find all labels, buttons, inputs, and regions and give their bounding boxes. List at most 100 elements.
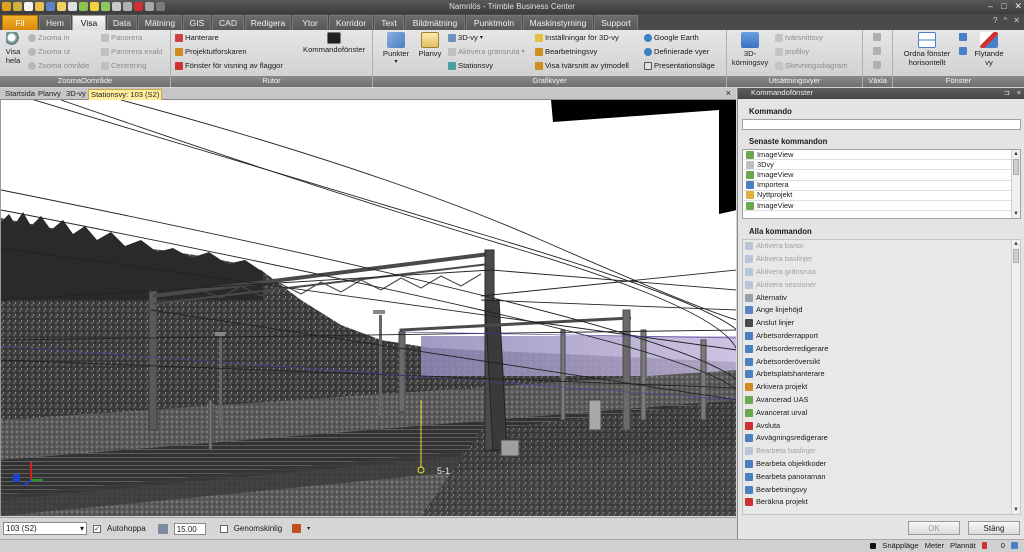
close-icon[interactable]: ✕ [1014,1,1022,12]
all-commands-list[interactable]: Aktivera banor Aktivera baslinjer Aktivera… [742,239,1021,515]
google-earth-button[interactable]: Google Earth [644,33,699,42]
tab-edit[interactable]: Redigera [245,15,291,30]
command-list-item[interactable]: Arkivera projekt [743,381,1020,394]
list-item[interactable]: ImageView [743,150,1020,161]
doc-tab-start[interactable]: Startsida [3,89,37,100]
all-commands-scrollbar[interactable]: ▲ ▼ [1011,240,1020,514]
command-window-button[interactable]: Kommandofönster [303,32,365,54]
help-icon[interactable]: ? [993,16,997,25]
recent-scrollbar[interactable]: ▲ ▼ [1011,150,1020,218]
command-list-item[interactable]: Aktivera sessioner [743,278,1020,291]
tab-support[interactable]: Support [594,15,638,30]
pin-icon[interactable]: ⊐ [1004,88,1010,98]
tab-corridor[interactable]: Korridor [329,15,373,30]
defined-views-button[interactable]: Definierade vyer [644,47,709,56]
doc-tab-3dview[interactable]: 3D-vy [64,89,88,100]
scroll-down-icon[interactable]: ▼ [1012,210,1020,218]
list-item[interactable]: 3Dvy [743,160,1020,171]
cascade-button[interactable] [959,33,967,41]
close-icon[interactable]: × [726,88,731,98]
command-list-item[interactable]: Bearbeta objektkoder [743,458,1020,471]
switch-button-3[interactable] [873,61,881,69]
tab-file[interactable]: Fil [2,15,38,30]
arrange-horizontal-button[interactable]: Ordna fönster horisontellt [896,32,958,67]
flag-icon[interactable] [981,542,987,549]
tab-photogrammetry[interactable]: Bildmätning [405,15,465,30]
command-list-item[interactable]: Bearbeta baslinjer [743,445,1020,458]
command-list-item[interactable]: Ange linjehöjd [743,304,1020,317]
cross-section-button[interactable]: Visa tvärsnitt av ytmodell [535,61,629,70]
editview-button[interactable]: Bearbetningsvy [535,47,597,56]
tab-survey[interactable]: Mätning [138,15,182,30]
cross-section-view-button[interactable]: tvärsnittsvy [775,33,823,42]
station-view-viewport[interactable]: 5-1 [0,100,736,516]
driving-view-button[interactable]: 3D- körningsvy [730,32,770,67]
scroll-up-icon[interactable]: ▲ [1012,240,1020,248]
station-select[interactable]: 103 (S2) ▾ [3,522,87,535]
tab-gis[interactable]: GIS [183,15,211,30]
flag-window-button[interactable]: Fönster för visning av flaggor [175,61,283,70]
stationview-button[interactable]: Stationsvy [448,61,493,70]
tab-cad[interactable]: CAD [212,15,244,30]
list-item[interactable]: Importera [743,180,1020,191]
list-item[interactable]: ImageView [743,170,1020,181]
list-item[interactable]: ImageView [743,201,1020,212]
tab-point-cloud[interactable]: Punktmoln [466,15,522,30]
points-button[interactable]: Punkter ▾ [379,32,413,67]
distance-field[interactable]: 15.00 [173,522,206,535]
close-icon[interactable]: × [1017,88,1021,98]
command-list-item[interactable]: Bearbetningsvy [743,483,1020,496]
command-list-item[interactable]: Avvägningsredigerare [743,432,1020,445]
close-button[interactable]: Stäng [968,521,1020,535]
color-fill-icon[interactable] [292,524,302,533]
minimize-ribbon-icon[interactable]: ^ [1004,16,1008,25]
ok-button[interactable]: OK [908,521,960,535]
command-list-item[interactable]: Arbetsplatshanterare [743,368,1020,381]
switch-button-1[interactable] [873,33,881,41]
tab-text[interactable]: Text [374,15,404,30]
chevron-down-icon[interactable]: ▾ [307,525,310,532]
tab-view[interactable]: Visa [72,15,106,30]
tab-machine-control[interactable]: Maskinstyrning [523,15,593,30]
settings3d-button[interactable]: Inställningar för 3D-vy [535,33,619,42]
command-list-item[interactable]: Alternativ [743,291,1020,304]
command-list-item[interactable]: Avsluta [743,419,1020,432]
scroll-up-icon[interactable]: ▲ [1012,150,1020,158]
minimize-icon[interactable]: – [988,1,993,12]
autohop-checkbox[interactable]: ✓ [93,524,101,533]
command-list-item[interactable]: Aktivera baslinjer [743,253,1020,266]
command-list-item[interactable]: Aktivera banor [743,240,1020,253]
tilt-diagram-button[interactable]: Skevningsdiagram [775,61,847,70]
pan-exact-button[interactable]: Panorera exakt [101,47,163,56]
manager-button[interactable]: Hanterare [175,33,219,42]
command-list-item[interactable]: Arbetsorderredigerare [743,342,1020,355]
command-list-item[interactable]: Bearbeta panoraman [743,470,1020,483]
zoom-area-button[interactable]: Zooma område [28,61,90,70]
scroll-thumb[interactable] [1013,249,1019,263]
command-list-item[interactable]: Arbetsorderrapport [743,330,1020,343]
doc-tab-planview[interactable]: Planvy [36,89,63,100]
snap-mode[interactable]: Snäppläge [882,541,918,550]
doc-tab-stationview[interactable]: Stationsvy: 103 (S2) [88,89,163,100]
show-all-button[interactable]: Visa hela [2,32,24,65]
command-list-item[interactable]: Aktivera gränsruta [743,266,1020,279]
profile-view-button[interactable]: profilvy [775,47,809,56]
planview-button[interactable]: Planvy [415,32,445,58]
tab-surfaces[interactable]: Ytor [292,15,328,30]
scroll-thumb[interactable] [1013,159,1019,175]
switch-button-2[interactable] [873,47,881,55]
activate-boundary-button[interactable]: Aktivera gränsruta ▾ [448,47,525,56]
presentation-mode-button[interactable]: Presentationsläge [644,61,715,70]
unit-label[interactable]: Meter [925,541,944,550]
tab-home[interactable]: Hem [39,15,71,30]
command-input[interactable] [742,119,1021,130]
list-item[interactable]: Nyttprojekt [743,190,1020,201]
scroll-down-icon[interactable]: ▼ [1012,506,1020,514]
zoom-in-button[interactable]: Zooma in [28,33,70,42]
pan-button[interactable]: Panorera [101,33,142,42]
tab-data[interactable]: Data [107,15,137,30]
center-button[interactable]: Centrering [101,61,146,70]
transparent-checkbox[interactable] [219,524,228,533]
command-list-item[interactable]: Anslut linjer [743,317,1020,330]
recent-commands-list[interactable]: ImageView 3Dvy ImageView Importera Nyttp… [742,149,1021,219]
